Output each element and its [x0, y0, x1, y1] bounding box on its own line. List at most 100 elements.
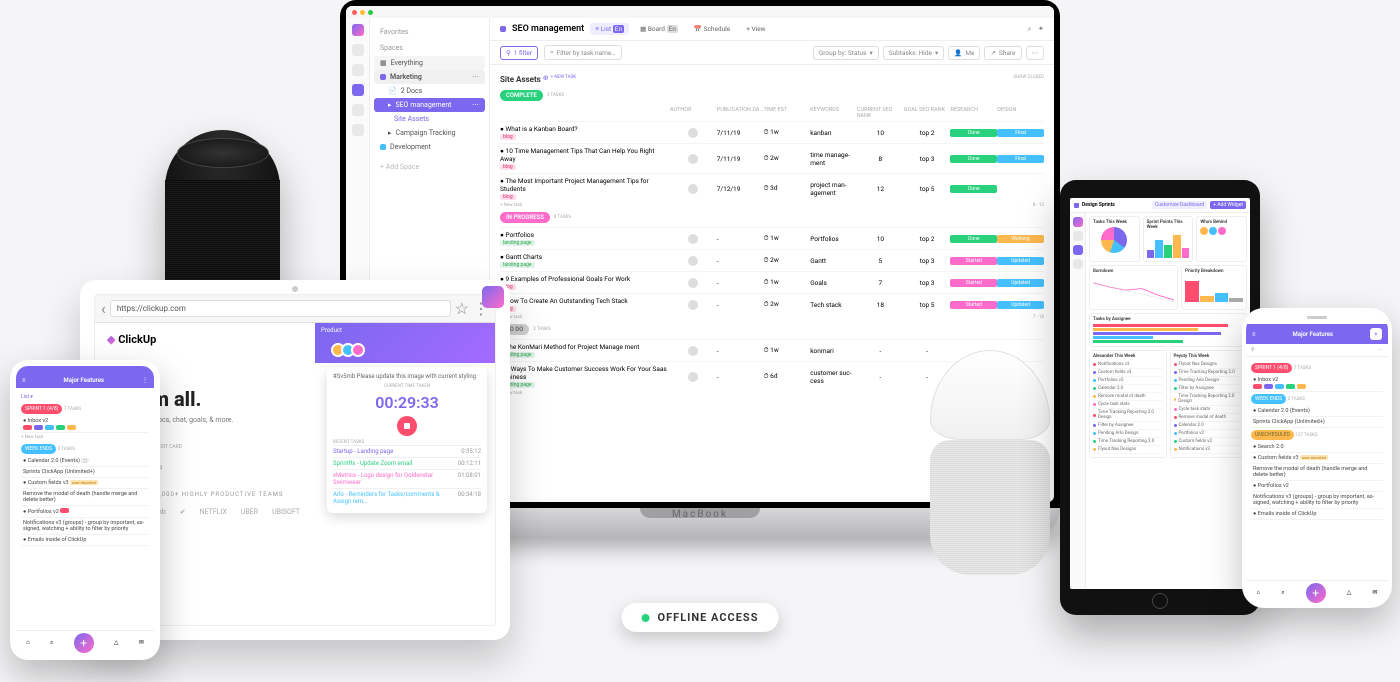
list-item[interactable]: Remove modal of death — [1174, 414, 1244, 422]
list-item[interactable]: Flyout Nav Designs — [1093, 446, 1163, 454]
extension-icon[interactable] — [482, 294, 496, 308]
list-item[interactable]: Pending Arlo Design — [1174, 377, 1244, 385]
product-label[interactable]: Product — [321, 327, 342, 334]
group-sprint[interactable]: SPRINT 1 (4/8) — [1251, 363, 1292, 373]
card-alexander[interactable]: Alexander This Week Notifications v3Cust… — [1089, 350, 1167, 458]
task-item[interactable]: Remove the modal of death (handle merge … — [1251, 464, 1383, 481]
list-item[interactable]: Filter by Assignee — [1174, 385, 1244, 393]
recent-task-row[interactable]: Startup - Landing page0:35:12 — [333, 445, 481, 457]
task-item[interactable]: Remove the modal of death (handle merge … — [21, 489, 149, 506]
task-item[interactable]: Sprints ClickApp (Unlimited+) — [1251, 417, 1383, 428]
group-weekends[interactable]: WEEK ENDS — [1251, 394, 1286, 404]
group-unscheduled[interactable]: UNSCHEDULED — [1251, 430, 1294, 440]
menu-icon[interactable]: ≡ — [22, 377, 26, 384]
clickup-logo[interactable]: ◆ ClickUp — [107, 333, 303, 346]
list-item[interactable]: Cycle task stats — [1174, 406, 1244, 414]
list-item[interactable]: Notifications v3 — [1093, 361, 1163, 369]
table-row[interactable]: ● How To Create An Outstanding Tech Stac… — [500, 293, 1044, 315]
card-sprint-points[interactable]: Sprint Points This Week — [1143, 216, 1194, 262]
view-add[interactable]: + View — [741, 23, 770, 35]
card-burndown[interactable]: Burndown — [1089, 265, 1178, 310]
newtask-row[interactable]: + New task — [500, 203, 522, 208]
dashboards-icon[interactable] — [352, 104, 364, 116]
automations-icon[interactable]: ✦ — [1038, 24, 1044, 34]
list-item[interactable]: Pending Arlo Design — [1093, 430, 1163, 438]
sidebar-development[interactable]: Development — [374, 140, 485, 154]
filter-search[interactable]: ⌕ Filter by task name… — [544, 45, 622, 60]
sidebar-site-assets[interactable]: Site Assets — [374, 112, 485, 126]
task-item[interactable]: Notifications v3 (groups) - group by imp… — [21, 518, 149, 535]
more-chip[interactable]: ⋯ — [1026, 46, 1045, 60]
stop-button[interactable] — [397, 416, 417, 436]
task-item[interactable]: ● Custom fields v3 user-reported — [1251, 453, 1383, 464]
filter-count-chip[interactable]: ⚲ 1 filter — [500, 46, 538, 60]
me-chip[interactable]: 👤 Me — [948, 46, 980, 60]
fab-add[interactable]: + — [74, 633, 94, 653]
list-item[interactable]: Time Tracking Reporting 2.0 Design — [1093, 409, 1163, 422]
list-item[interactable]: Custom fields v3 — [1174, 438, 1244, 446]
sidebar-add-space[interactable]: + Add Space — [374, 160, 485, 174]
list-item[interactable]: Filter by Assignee — [1093, 422, 1163, 430]
task-item[interactable]: ● Emails inside of ClickUp — [1251, 509, 1383, 520]
list-item[interactable]: Calendar 2.0 — [1093, 385, 1163, 393]
fab-add[interactable]: + — [1306, 583, 1326, 603]
breadcrumb-title[interactable]: SEO management — [512, 24, 584, 34]
back-icon[interactable]: ‹ — [101, 299, 106, 318]
notifications-icon[interactable] — [352, 64, 364, 76]
home-button[interactable] — [1152, 593, 1168, 609]
home-icon[interactable]: ⌂ — [26, 639, 30, 646]
nav-icon[interactable] — [1073, 259, 1083, 269]
task-item[interactable]: ● Portfolios v2 — [1251, 481, 1383, 492]
section-newtask[interactable]: + NEW TASK — [551, 75, 576, 80]
section-title[interactable]: Site Assets — [500, 75, 541, 84]
recent-task-row[interactable]: SprintRx - Update Zoom email00:12:11 — [333, 457, 481, 469]
share-chip[interactable]: ↗ Share — [984, 46, 1021, 60]
view-board[interactable]: ▦ Board En — [635, 23, 683, 35]
task-item[interactable]: ● Search 2.0 — [1251, 442, 1383, 453]
task-item[interactable]: ● Inbox v2 — [21, 416, 149, 433]
list-item[interactable]: Custom fields v3 — [1093, 369, 1163, 377]
recent-task-row[interactable]: Arlo - Reminders for Tasks/comments & As… — [333, 488, 481, 507]
home-icon[interactable]: ⌂ — [1257, 589, 1261, 596]
menu-icon[interactable]: ≡ — [1252, 331, 1256, 338]
sidebar-favorites-header[interactable]: Favorites — [374, 24, 485, 40]
sort-icon[interactable]: ⋯ — [1378, 347, 1383, 353]
task-item[interactable]: ● Emails inside of ClickUp — [21, 535, 149, 546]
group-sprint[interactable]: SPRINT 1 (4/8) — [21, 404, 62, 414]
card-tasks-week[interactable]: Tasks This Week — [1089, 216, 1140, 262]
add-icon[interactable]: + — [1370, 328, 1382, 340]
logo-icon[interactable] — [1073, 217, 1083, 227]
list-item[interactable]: Remove modal of death — [1093, 393, 1163, 401]
inbox-icon[interactable]: ✉ — [1372, 589, 1377, 596]
list-item[interactable]: Cycle task stats — [1093, 401, 1163, 409]
sidebar-campaign[interactable]: ▸Campaign Tracking — [374, 126, 485, 140]
bookmark-icon[interactable]: ☆ — [455, 299, 469, 318]
sidebar-everything[interactable]: ▦Everything — [374, 56, 485, 70]
sidebar-seo[interactable]: ▸SEO management⋯ — [374, 98, 485, 112]
list-item[interactable]: Time Tracking Reporting 2.0 — [1093, 438, 1163, 446]
subtasks-chip[interactable]: Subtasks: Hide ▾ — [883, 46, 945, 60]
home-icon[interactable] — [352, 44, 364, 56]
list-item[interactable]: Portfolios v2 — [1093, 377, 1163, 385]
task-item[interactable]: ● Custom fields v3 user-reported — [21, 478, 149, 489]
inbox-icon[interactable]: ✉ — [139, 639, 144, 646]
list-item[interactable]: Time Tracking Reporting 2.0 Design — [1174, 393, 1244, 406]
customize-button[interactable]: Customize Dashboard — [1152, 201, 1207, 209]
sidebar-marketing[interactable]: Marketing⋯ — [374, 70, 485, 84]
table-row[interactable]: ● 10 Time Management Tips That Can Help … — [500, 143, 1044, 173]
docs-icon[interactable] — [352, 84, 364, 96]
task-item[interactable]: Notifications v3 (groups) - group by imp… — [1251, 492, 1383, 509]
table-row[interactable]: ● What is a Kanban Board?blog 7/11/19⏱ 1… — [500, 121, 1044, 143]
dashboard-title[interactable]: Design Sprints — [1082, 202, 1115, 208]
list-item[interactable]: Calendar 2.0 — [1174, 422, 1244, 430]
list-item[interactable]: Time Tracking Reporting 2.0 — [1174, 369, 1244, 377]
task-item[interactable]: ● Calendar 2.0 (Events) — [1251, 406, 1383, 417]
goals-icon[interactable] — [352, 124, 364, 136]
card-peyuty[interactable]: Peyuty This Week Flyout Nav DesignsTime … — [1170, 350, 1248, 458]
table-row[interactable]: ● The Most Important Project Management … — [500, 173, 1044, 203]
card-assignee[interactable]: Tasks by Assignee — [1089, 313, 1247, 347]
task-item[interactable]: ● Calendar 2.0 (Events) ⬚ — [21, 456, 149, 467]
groupby-chip[interactable]: Group by: Status ▾ — [813, 46, 879, 60]
table-row[interactable]: ● 9 Examples of Professional Goals For W… — [500, 271, 1044, 293]
group-complete-pill[interactable]: COMPLETE — [500, 90, 543, 101]
